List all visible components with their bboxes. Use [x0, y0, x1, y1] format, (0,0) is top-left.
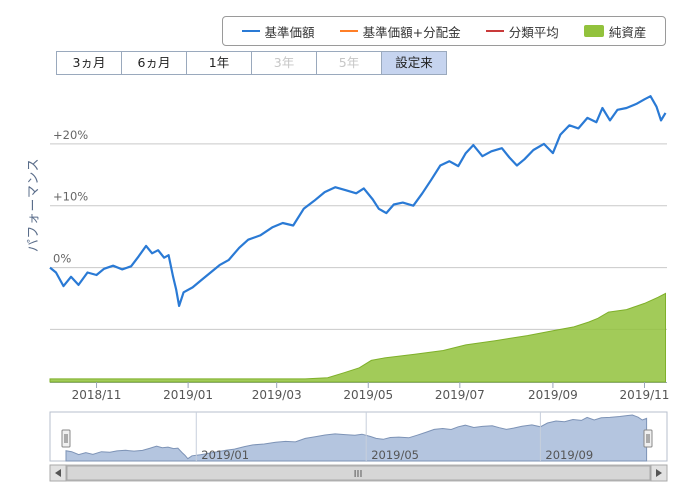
navigator[interactable]: 2019/01 2019/05 2019/09 III — [0, 0, 681, 490]
navigator-label: 2019/05 — [371, 448, 419, 462]
navigator-label: 2019/09 — [545, 448, 593, 462]
navigator-label: 2019/01 — [201, 448, 249, 462]
navigator-handle-right[interactable] — [643, 429, 653, 448]
scroll-grip: III — [354, 469, 363, 480]
navigator-handle-left[interactable] — [61, 429, 71, 448]
